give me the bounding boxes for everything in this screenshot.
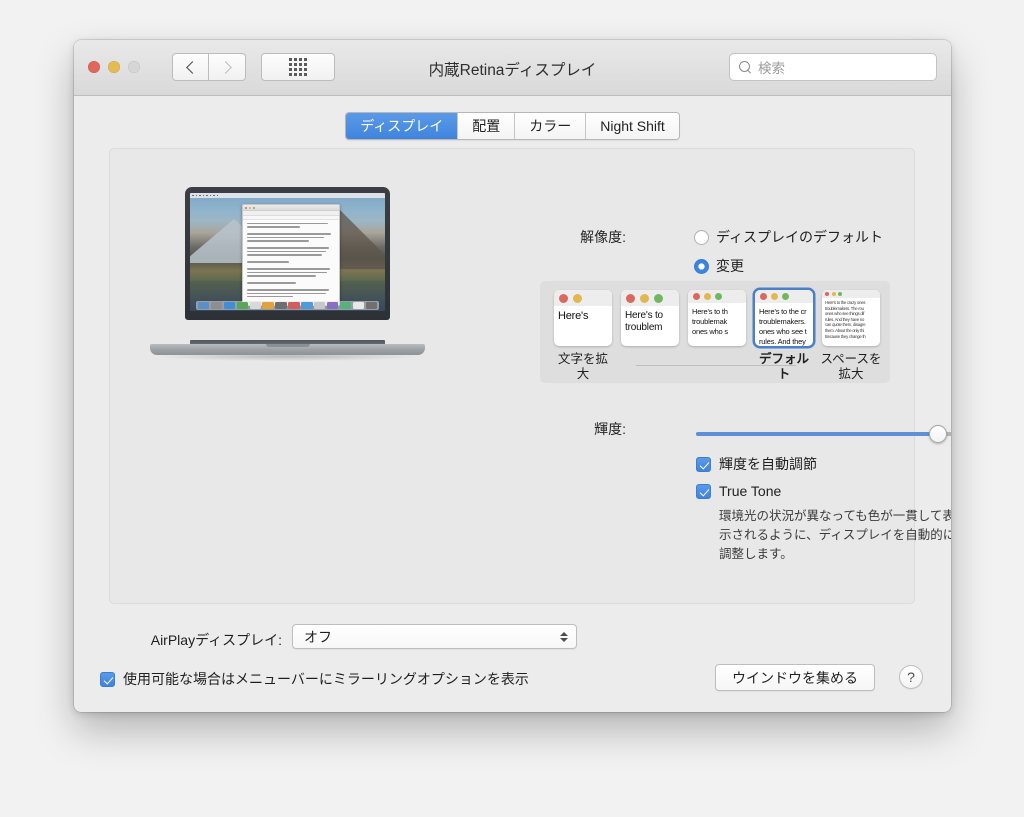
thumb-text-line: Here's to the cr — [759, 307, 807, 316]
thumb-text-line: troublemak — [692, 317, 728, 326]
tab-bar: ディスプレイ 配置 カラー Night Shift — [74, 112, 951, 140]
gather-windows-button[interactable]: ウインドウを集める — [715, 664, 875, 691]
resolution-label: 解像度: — [580, 229, 626, 245]
radio-scaled[interactable] — [694, 258, 709, 274]
window-titlebar: 内蔵Retinaディスプレイ 検索 — [74, 40, 951, 96]
mirroring-option-row[interactable]: 使用可能な場合はメニューバーにミラーリングオプションを表示 — [100, 669, 529, 689]
thumbnail-preview[interactable]: Here's to the crazy ones troublemakers. … — [822, 290, 880, 346]
thumb-text-line: Here's to th — [692, 307, 728, 316]
auto-brightness-row[interactable]: 輝度を自動調節 — [696, 454, 817, 474]
radio-default-label: ディスプレイのデフォルト — [716, 229, 884, 245]
thumbnail-preview[interactable]: Here's — [554, 290, 612, 346]
preview-traffic-lights — [245, 206, 256, 209]
tab-display[interactable]: ディスプレイ — [346, 113, 458, 139]
thumb-text-line: ones who s — [692, 327, 728, 336]
tab-night-shift[interactable]: Night Shift — [585, 113, 679, 139]
scale-label-larger-text: 文字を拡大 — [557, 352, 608, 381]
search-field[interactable]: 検索 — [729, 53, 937, 81]
macbook-screen — [190, 193, 385, 311]
brightness-label: 輝度: — [594, 421, 626, 437]
true-tone-description: 環境光の状況が異なっても色が一貫して表示されるように、ディスプレイを自動的に調整… — [719, 509, 951, 561]
thumbnail-preview[interactable]: Here's to th troublemak ones who s — [688, 290, 746, 346]
true-tone-row[interactable]: True Tone — [696, 483, 781, 499]
slider-knob[interactable] — [929, 425, 948, 443]
radio-scaled-label: 変更 — [716, 258, 744, 274]
scale-label-default: デフォルト — [758, 352, 809, 381]
search-icon — [739, 60, 752, 74]
macbook-lid — [185, 187, 390, 320]
search-placeholder: 検索 — [758, 61, 785, 76]
thumbnail-preview[interactable]: Here's to troublem — [621, 290, 679, 346]
airplay-label: AirPlayディスプレイ: — [150, 632, 282, 648]
mirroring-checkbox[interactable] — [100, 671, 115, 687]
scale-thumbnail-3[interactable]: Here's to th troublemak ones who s — [688, 290, 746, 346]
thumb-text-line: Because they change th — [825, 333, 866, 339]
macbook-illustration — [150, 187, 425, 367]
help-button[interactable]: ? — [899, 665, 923, 689]
screen-dock — [196, 301, 379, 310]
thumb-text-line: Here's to — [625, 310, 663, 321]
resolution-option-default[interactable]: ディスプレイのデフォルト — [694, 227, 883, 247]
thumb-text-line: troublemakers. — [759, 317, 806, 326]
true-tone-label: True Tone — [719, 483, 782, 499]
tab-color[interactable]: カラー — [514, 113, 586, 139]
thumbnail-preview[interactable]: Here's to the cr troublemakers. ones who… — [755, 290, 813, 346]
airplay-popup-button[interactable]: オフ — [292, 624, 577, 649]
preview-text-lines — [243, 220, 339, 303]
textedit-window-preview — [242, 204, 340, 306]
macbook-base — [150, 344, 425, 355]
thumb-text-line: ones who see t — [759, 327, 807, 336]
scale-picker: Here's 文字を拡大 Here's to troublem Here's t… — [540, 281, 890, 383]
scale-thumbnail-2[interactable]: Here's to troublem — [621, 290, 679, 346]
system-preferences-window: 内蔵Retinaディスプレイ 検索 ディスプレイ 配置 カラー Night Sh… — [74, 40, 951, 712]
auto-brightness-checkbox[interactable] — [696, 456, 711, 472]
thumb-text-line: troublem — [625, 322, 663, 333]
menubar-items-icon — [192, 194, 218, 197]
up-down-chevron-icon — [560, 631, 568, 642]
auto-brightness-label: 輝度を自動調節 — [719, 456, 817, 472]
scale-label-more-space: スペースを拡大 — [820, 352, 882, 381]
resolution-option-scaled[interactable]: 変更 — [694, 256, 744, 276]
mirroring-label: 使用可能な場合はメニューバーにミラーリングオプションを表示 — [123, 671, 529, 687]
airplay-selected-value: オフ — [304, 628, 332, 645]
scale-thumbnail-default[interactable]: Here's to the cr troublemakers. ones who… — [755, 290, 813, 382]
screen-menubar — [190, 193, 385, 198]
thumb-text-line: rules. And they — [759, 337, 806, 346]
tab-arrangement[interactable]: 配置 — [457, 113, 515, 139]
display-settings-panel: 解像度: ディスプレイのデフォルト 変更 Here's 文字を拡大 Here's… — [109, 148, 951, 604]
true-tone-checkbox[interactable] — [696, 483, 711, 499]
brightness-slider[interactable] — [696, 425, 951, 443]
macbook-notch — [265, 344, 310, 347]
scale-thumbnail-larger-text[interactable]: Here's 文字を拡大 — [554, 290, 612, 382]
scale-thumbnail-more-space[interactable]: Here's to the crazy ones troublemakers. … — [820, 290, 882, 382]
thumb-text-line: Here's — [558, 310, 589, 322]
radio-default[interactable] — [694, 229, 709, 245]
slider-fill — [696, 432, 939, 436]
